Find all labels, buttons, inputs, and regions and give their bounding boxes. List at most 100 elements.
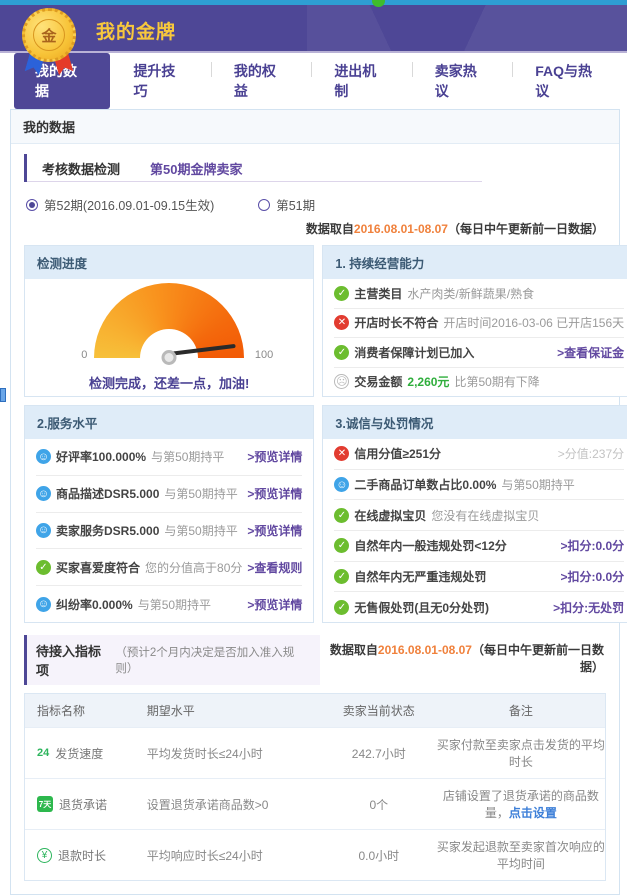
tab-faq[interactable]: FAQ与热议 <box>512 61 627 101</box>
metric-note: 与第50期持平 <box>151 448 224 465</box>
metric-title: 开店时长不符合 <box>354 314 438 331</box>
deduction-link[interactable]: >扣分:0.0分 <box>560 537 624 554</box>
preview-detail-link[interactable]: >预览详情 <box>247 596 302 613</box>
panel-service-level: 2.服务水平 ☺ 好评率100.000% 与第50期持平 >预览详情 ☺ 商品描… <box>24 405 314 623</box>
metric-title: 交易金额 <box>354 373 402 390</box>
subtab-period50-sellers[interactable]: 第50期金牌卖家 <box>135 159 257 178</box>
preview-detail-link[interactable]: >预览详情 <box>247 448 302 465</box>
metric-title: 无售假处罚(且无0分处罚) <box>354 599 489 616</box>
feedback-handle[interactable] <box>0 388 6 402</box>
gold-medal-icon: 金 <box>20 8 80 78</box>
click-to-set-link[interactable]: 点击设置 <box>509 806 557 820</box>
note-suffix: （每日中午更新前一日数据） <box>448 222 604 236</box>
neutral-face-icon: ☹ <box>334 374 349 389</box>
metric-title: 好评率100.000% <box>56 448 146 465</box>
24h-clock-icon: 24 <box>37 747 49 759</box>
metric-note: 比第50期有下降 <box>454 373 539 390</box>
tab-entry-exit-rules[interactable]: 进出机制 <box>311 61 411 101</box>
current-status: 0.0小时 <box>321 847 437 864</box>
gauge-min-label: 0 <box>81 349 87 361</box>
remark: 买家付款至卖家点击发货的平均时长 <box>437 736 605 770</box>
metric-row: ☺ 卖家服务DSR5.000 与第50期持平 >预览详情 <box>36 512 302 549</box>
pending-indicators-header: 待接入指标项 （预计2个月内决定是否加入准入规则） 数据取自2016.08.01… <box>24 635 606 685</box>
radio-label: 第51期 <box>276 195 315 214</box>
metric-note: 水产肉类/新鲜蔬果/熟食 <box>407 285 534 302</box>
view-rules-link[interactable]: >查看规则 <box>247 559 302 576</box>
check-icon: ✓ <box>334 600 349 615</box>
indicator-name: 退货承诺 <box>59 796 107 813</box>
progress-gauge: 0 100 <box>94 283 244 358</box>
check-icon: ✓ <box>36 560 51 575</box>
panel-integrity-penalty: 3.诚信与处罚情况 ✕ 信用分值≥251分 >分值:237分 ☺ 二手商品订单数… <box>322 405 627 623</box>
preview-detail-link[interactable]: >预览详情 <box>247 522 302 539</box>
metric-row: ✕ 开店时长不符合 开店时间2016-03-06 已开店156天 <box>334 308 624 338</box>
panel-title: 1. 持续经营能力 <box>323 246 627 279</box>
metric-note: 与第50期持平 <box>138 596 211 613</box>
data-source-note: 数据取自2016.08.01-08.07（每日中午更新前一日数据） <box>26 220 604 237</box>
gauge-hub <box>162 350 177 365</box>
refund-icon: ¥ <box>37 848 52 863</box>
current-status: 242.7小时 <box>321 745 437 762</box>
tab-seller-discussion[interactable]: 卖家热议 <box>412 61 512 101</box>
radio-period-52[interactable]: 第52期(2016.09.01-09.15生效) <box>26 195 214 214</box>
current-status: 0个 <box>321 796 437 813</box>
smiley-icon: ☺ <box>36 486 51 501</box>
indicator-name: 退款时长 <box>58 847 106 864</box>
check-icon: ✓ <box>334 569 349 584</box>
metric-title: 自然年内一般违规处罚<12分 <box>354 537 506 554</box>
metric-row: ✓ 买家喜爱度符合 您的分值高于80分 >查看规则 <box>36 548 302 585</box>
metric-title: 自然年内无严重违规处罚 <box>354 568 486 585</box>
metric-note: 与第50期持平 <box>501 476 574 493</box>
table-row: ¥ 退款时长 平均响应时长≤24小时 0.0小时 买家发起退款至卖家首次响应的平… <box>25 829 605 880</box>
pending-indicators-table: 指标名称 期望水平 卖家当前状态 备注 24 发货速度 平均发货时长≤24小时 … <box>24 693 606 881</box>
deduction-link[interactable]: >扣分:无处罚 <box>553 599 624 616</box>
note-date-range: 2016.08.01-08.07 <box>354 222 448 236</box>
page-banner: 我的金牌 <box>0 5 627 53</box>
metric-row: ✓ 自然年内一般违规处罚<12分 >扣分:0.0分 <box>334 530 624 561</box>
pending-title-box: 待接入指标项 （预计2个月内决定是否加入准入规则） <box>24 635 320 685</box>
remark: 店铺设置了退货承诺的商品数量，点击设置 <box>437 787 605 821</box>
note-prefix: 数据取自 <box>330 643 378 657</box>
table-row: 7天 退货承诺 设置退货承诺商品数>0 0个 店铺设置了退货承诺的商品数量，点击… <box>25 778 605 829</box>
gauge-max-label: 100 <box>255 349 273 361</box>
metric-note: 您的分值高于80分 <box>145 559 242 576</box>
medal-text: 金 <box>33 19 65 51</box>
view-deposit-link[interactable]: >查看保证金 <box>557 344 624 361</box>
radio-period-51[interactable]: 第51期 <box>258 195 315 214</box>
radio-selected-icon[interactable] <box>26 199 38 211</box>
pending-title: 待接入指标项 <box>36 641 110 679</box>
col-indicator-name: 指标名称 <box>25 702 147 719</box>
note-suffix: （每日中午更新前一日数据） <box>472 643 604 674</box>
metric-row: ✓ 在线虚拟宝贝 您没有在线虚拟宝贝 <box>334 499 624 530</box>
top-strip <box>0 0 627 5</box>
metric-row: ☺ 商品描述DSR5.000 与第50期持平 >预览详情 <box>36 475 302 512</box>
main-tab-bar: 我的数据 提升技巧 我的权益 进出机制 卖家热议 FAQ与热议 <box>14 65 627 97</box>
smiley-icon: ☺ <box>36 597 51 612</box>
expected-level: 设置退货承诺商品数>0 <box>147 796 321 813</box>
metric-row: ✓ 无售假处罚(且无0分处罚) >扣分:无处罚 <box>334 591 624 622</box>
metric-note: 您没有在线虚拟宝贝 <box>431 507 539 524</box>
tab-my-benefits[interactable]: 我的权益 <box>211 61 311 101</box>
subtab-assessment-data[interactable]: 考核数据检测 <box>27 159 135 178</box>
metric-note: 开店时间2016-03-06 已开店156天 <box>443 314 624 331</box>
deduction-link[interactable]: >扣分:0.0分 <box>560 568 624 585</box>
col-expected-level: 期望水平 <box>147 702 321 719</box>
tab-improve-skills[interactable]: 提升技巧 <box>110 61 210 101</box>
col-remark: 备注 <box>437 702 605 719</box>
check-icon: ✓ <box>334 286 349 301</box>
expected-level: 平均响应时长≤24小时 <box>147 847 321 864</box>
table-row: 24 发货速度 平均发货时长≤24小时 242.7小时 买家付款至卖家点击发货的… <box>25 727 605 778</box>
metric-title: 买家喜爱度符合 <box>56 559 140 576</box>
metric-title: 纠纷率0.000% <box>56 596 133 613</box>
metric-row: ☺ 纠纷率0.000% 与第50期持平 >预览详情 <box>36 585 302 622</box>
radio-unselected-icon[interactable] <box>258 199 270 211</box>
metric-title: 商品描述DSR5.000 <box>56 485 159 502</box>
preview-detail-link[interactable]: >预览详情 <box>247 485 302 502</box>
check-icon: ✓ <box>334 345 349 360</box>
metric-title: 主营类目 <box>354 285 402 302</box>
metric-note: 与第50期持平 <box>164 522 237 539</box>
check-icon: ✓ <box>334 538 349 553</box>
metric-row: ☺ 好评率100.000% 与第50期持平 >预览详情 <box>36 439 302 475</box>
metric-title: 消费者保障计划已加入 <box>354 344 474 361</box>
7day-return-icon: 7天 <box>37 796 53 812</box>
